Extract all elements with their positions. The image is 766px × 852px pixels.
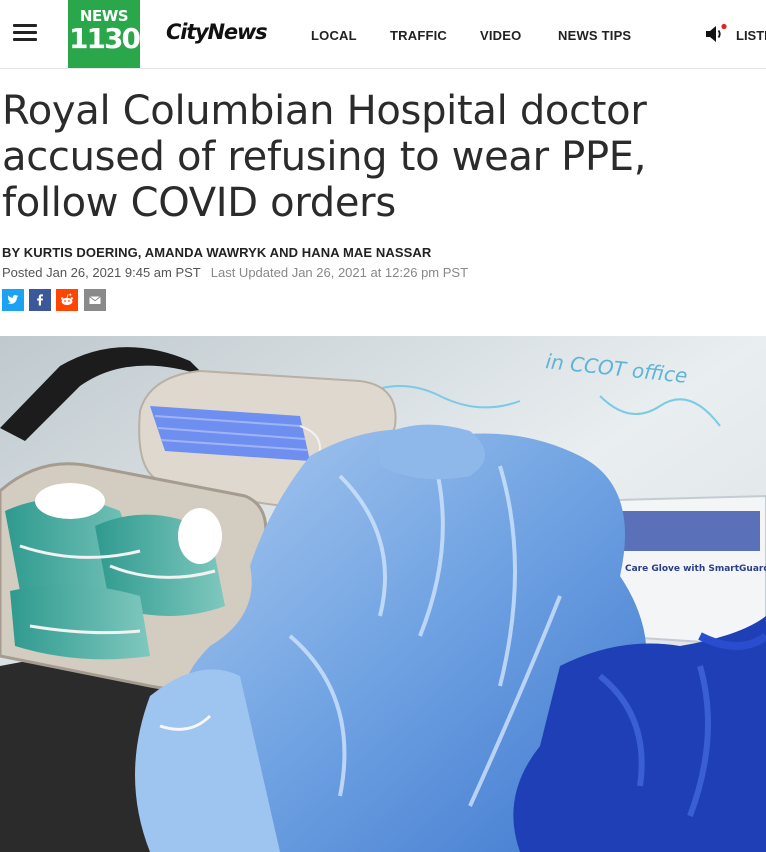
nav-news-tips[interactable]: NEWS TIPS bbox=[558, 28, 631, 43]
speaker-icon[interactable] bbox=[705, 23, 727, 45]
listen-live-link[interactable]: LISTE bbox=[736, 28, 766, 43]
posted-date: Posted Jan 26, 2021 9:45 am PST bbox=[2, 265, 201, 280]
menu-icon[interactable] bbox=[13, 24, 37, 42]
glove-box-text: Care Glove with SmartGuard bbox=[625, 564, 766, 574]
twitter-icon bbox=[2, 289, 24, 311]
nav-local[interactable]: LOCAL bbox=[311, 28, 357, 43]
share-reddit-button[interactable] bbox=[56, 289, 78, 311]
facebook-icon bbox=[29, 289, 51, 311]
share-email-button[interactable] bbox=[84, 289, 106, 311]
article-dates: Posted Jan 26, 2021 9:45 am PST Last Upda… bbox=[2, 265, 468, 280]
citynews-brand[interactable]: CityNews bbox=[166, 20, 268, 44]
article-hero-photo: in CCOT office Care Glove with SmartGuar… bbox=[0, 336, 766, 852]
news1130-logo[interactable]: NEWS 1130 bbox=[68, 0, 141, 68]
email-icon bbox=[84, 289, 106, 311]
updated-date: Last Updated Jan 26, 2021 at 12:26 pm PS… bbox=[210, 265, 469, 280]
share-twitter-button[interactable] bbox=[2, 289, 24, 311]
share-facebook-button[interactable] bbox=[29, 289, 51, 311]
article-headline: Royal Columbian Hospital doctor accused … bbox=[2, 88, 647, 226]
site-header: NEWS 1130 CityNews LOCAL TRAFFIC VIDEO N… bbox=[0, 0, 766, 69]
nav-video[interactable]: VIDEO bbox=[480, 28, 521, 43]
article-byline: BY KURTIS DOERING, AMANDA WAWRYK AND HAN… bbox=[2, 245, 432, 260]
logo-number-text: 1130 bbox=[69, 22, 141, 55]
reddit-icon bbox=[56, 289, 78, 311]
nav-traffic[interactable]: TRAFFIC bbox=[390, 28, 447, 43]
ppe-photo-illustration: in CCOT office Care Glove with SmartGuar… bbox=[0, 336, 766, 852]
